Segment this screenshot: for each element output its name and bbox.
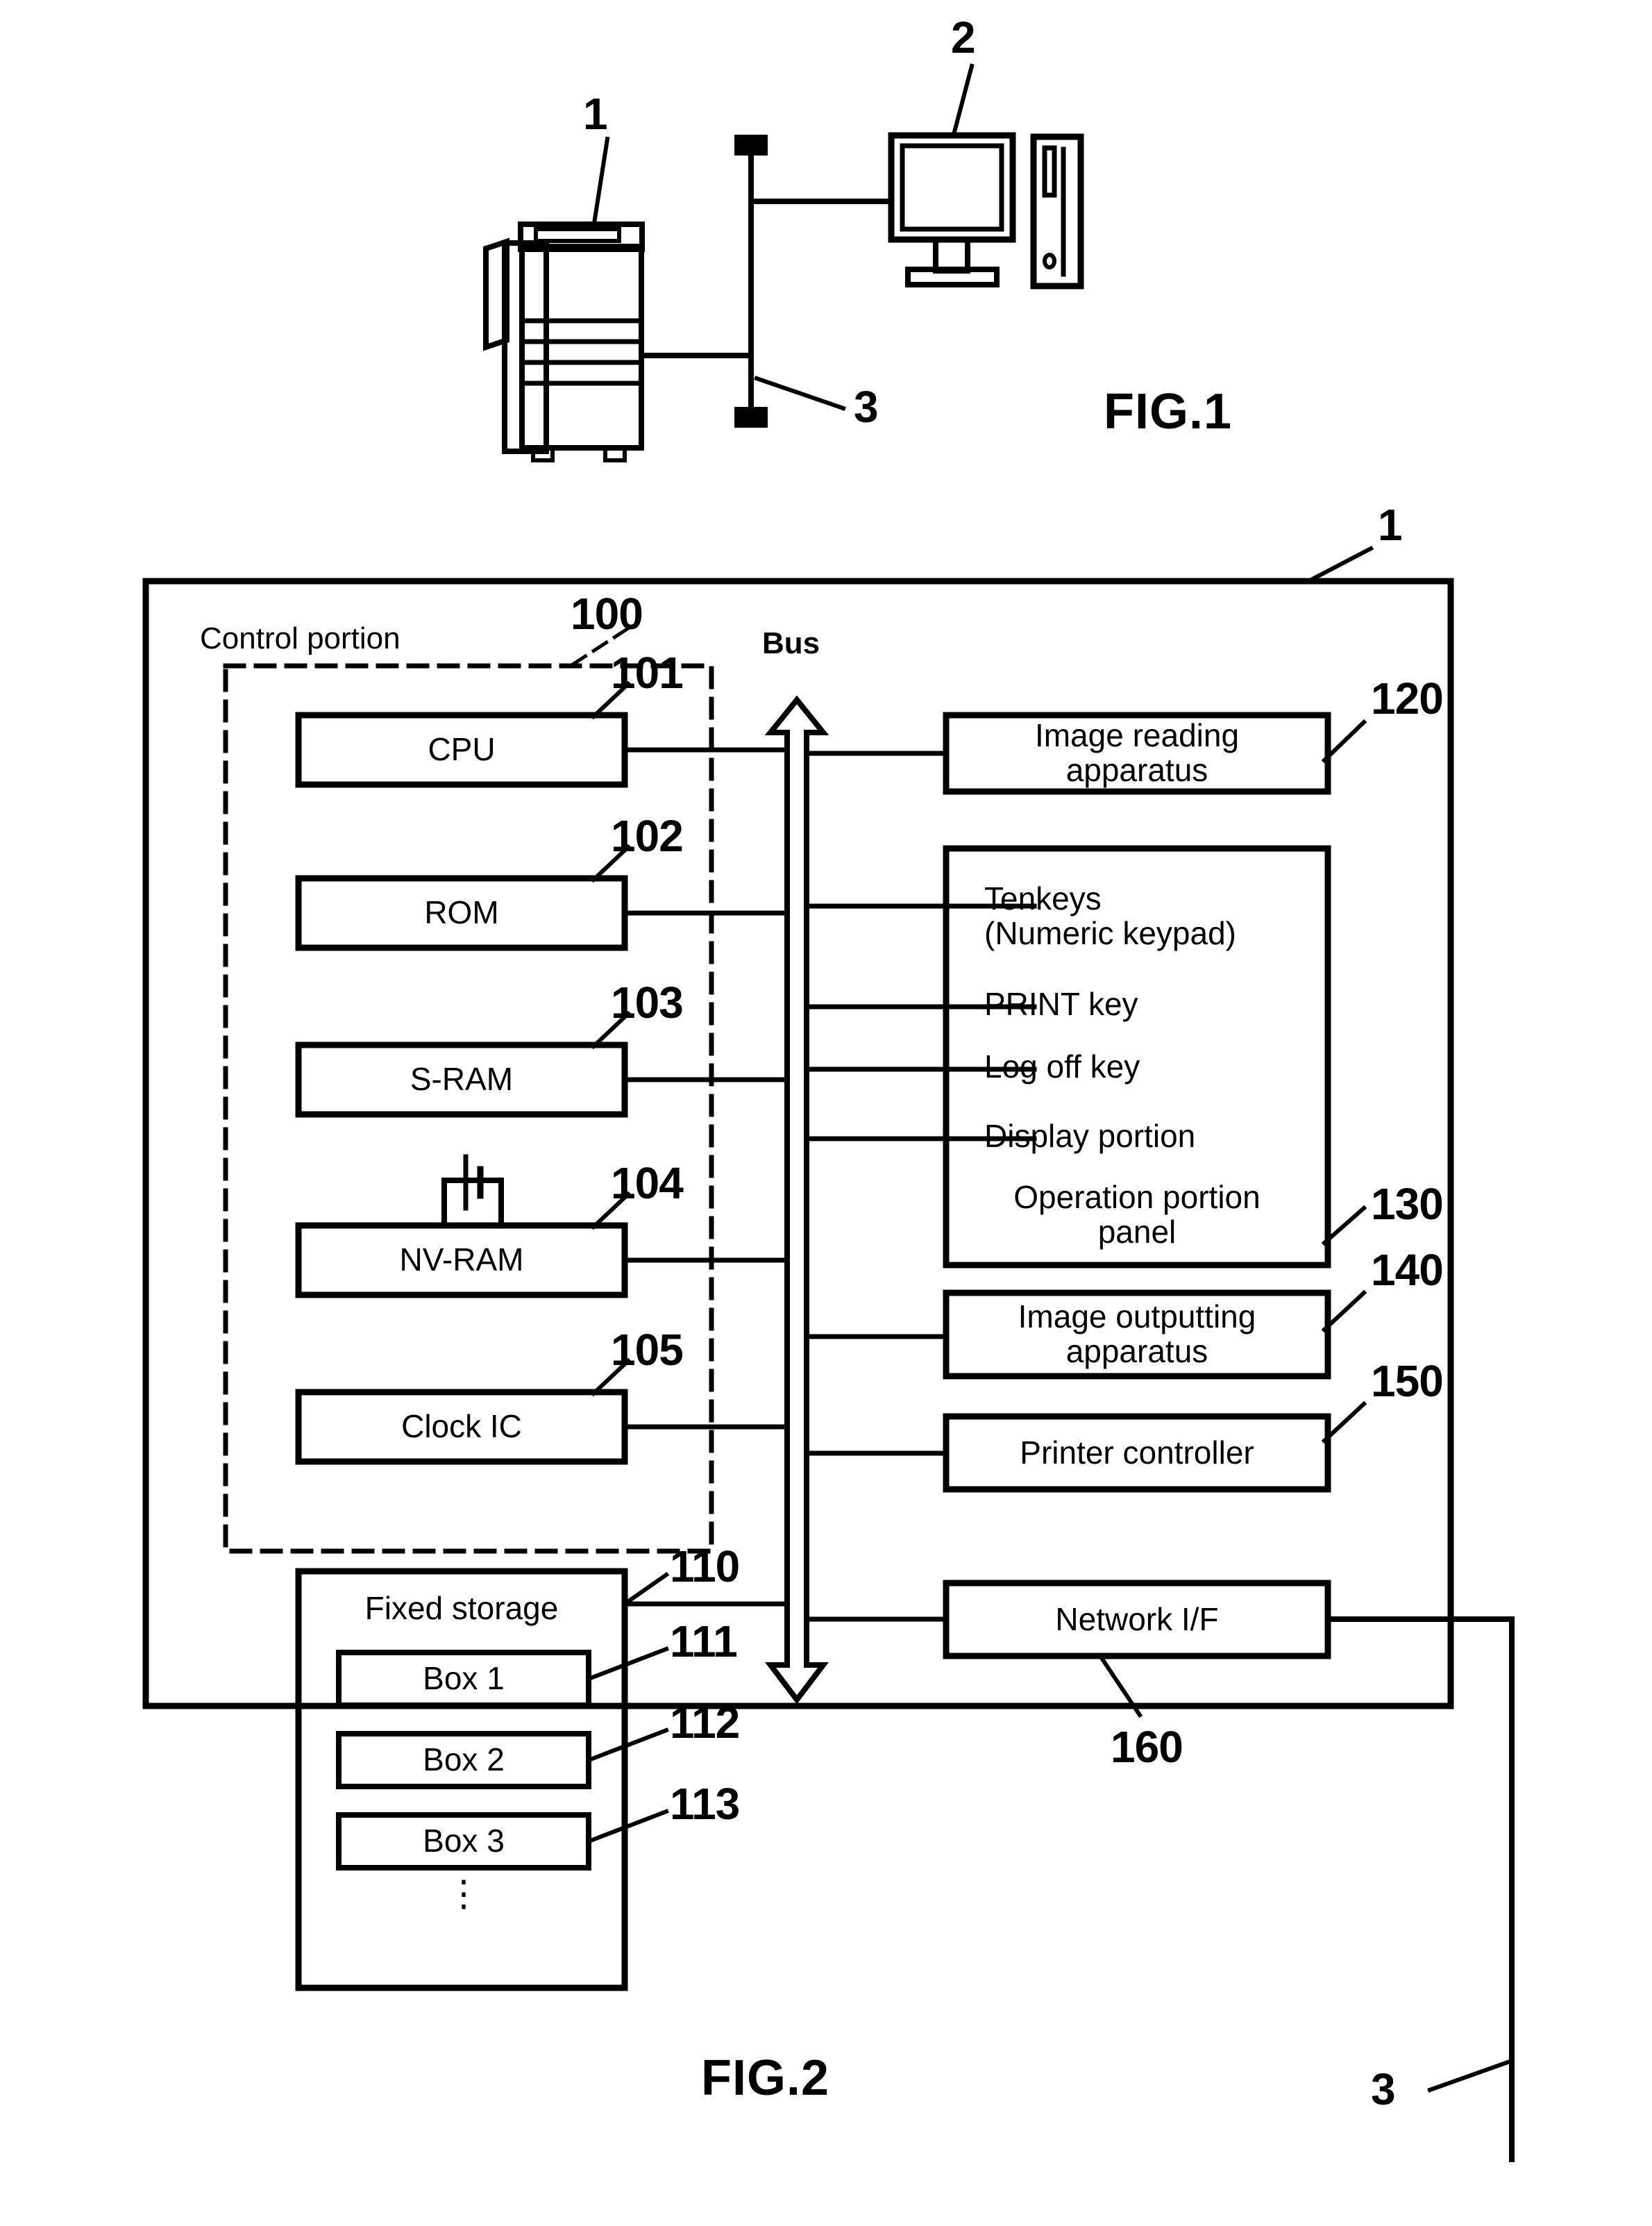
network-terminator-bottom (734, 407, 768, 428)
callout-112: 112 (670, 1698, 740, 1748)
leader-110 (621, 1571, 670, 1607)
pc-tower-icon (1030, 133, 1084, 290)
operation-item-print-key: PRINT key (984, 986, 1138, 1022)
image-outputting-label: Image outputting apparatus (1018, 1298, 1256, 1369)
leader-pc (952, 63, 975, 135)
callout-160: 160 (1111, 1722, 1183, 1772)
callout-130: 130 (1371, 1179, 1444, 1229)
box2-label: Box 2 (423, 1741, 505, 1778)
leader-network (754, 376, 846, 411)
leader-apparatus (1305, 545, 1374, 585)
external-network-cable (1325, 1616, 1515, 2162)
callout-105: 105 (611, 1325, 684, 1375)
battery-icon (441, 1154, 504, 1228)
control-portion-title: Control portion (200, 621, 401, 655)
callout-111: 111 (670, 1616, 738, 1666)
callout-apparatus: 1 (1378, 500, 1403, 550)
storage-ellipsis: ⋮ (446, 1874, 482, 1914)
callout-network: 3 (854, 382, 879, 432)
network-if-label: Network I/F (1055, 1600, 1219, 1637)
operation-item-panel: Operation portion panel (1013, 1179, 1261, 1250)
callout-113: 113 (670, 1779, 740, 1829)
leader-mfp (591, 136, 610, 231)
callout-150: 150 (1371, 1356, 1444, 1406)
box1-label: Box 1 (423, 1660, 505, 1697)
printer-controller-label: Printer controller (1020, 1434, 1254, 1471)
figure-1-caption: FIG.1 (1104, 384, 1233, 440)
callout-100: 100 (571, 589, 643, 639)
pc-monitor-icon (888, 132, 1016, 287)
bus-arrow (764, 695, 829, 1705)
cpu-label: CPU (428, 731, 496, 768)
mfp-icon (483, 221, 645, 462)
image-reading-label: Image reading apparatus (1034, 717, 1240, 788)
operation-item-logoff-key: Log off key (984, 1048, 1140, 1085)
callout-120: 120 (1371, 673, 1444, 723)
callout-network-fig2: 3 (1371, 2064, 1396, 2114)
nvram-label: NV-RAM (399, 1241, 524, 1278)
network-terminator-top (734, 135, 768, 156)
callout-mfp: 1 (583, 89, 608, 139)
callout-104: 104 (611, 1158, 684, 1208)
callout-103: 103 (611, 978, 684, 1028)
callout-140: 140 (1371, 1245, 1444, 1295)
drawing-vector-layer (142, 63, 1515, 2162)
operation-item-tenkeys: Tenkeys (Numeric keypad) (984, 880, 1236, 951)
callout-pc: 2 (951, 12, 976, 62)
box3-label: Box 3 (423, 1823, 505, 1859)
sram-label: S-RAM (410, 1061, 514, 1098)
rom-label: ROM (424, 894, 499, 931)
callout-101: 101 (611, 648, 684, 698)
figure-2-caption: FIG.2 (701, 2050, 830, 2106)
operation-item-display-portion: Display portion (984, 1118, 1196, 1154)
patent-drawing-sheet: 1 2 3 FIG.1 1 3 FIG.2 Control portion 10… (0, 0, 1652, 2226)
bus-label: Bus (762, 626, 820, 660)
leader-network-fig2 (1427, 2058, 1515, 2093)
callout-102: 102 (611, 811, 684, 861)
fixed-storage-label: Fixed storage (364, 1590, 559, 1626)
clockic-label: Clock IC (401, 1408, 522, 1445)
callout-110: 110 (670, 1541, 740, 1591)
network-bus-line (639, 140, 894, 419)
